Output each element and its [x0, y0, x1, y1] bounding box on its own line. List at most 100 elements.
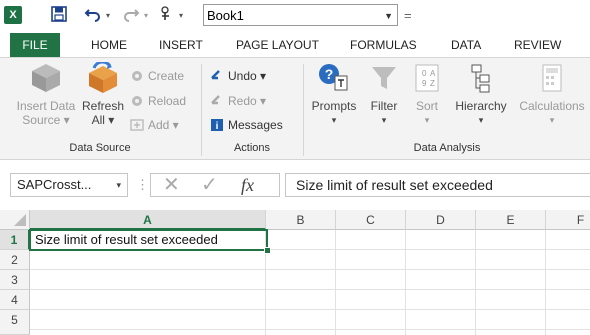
redo-button[interactable]: Redo ▾	[210, 93, 266, 109]
refresh-all-icon	[89, 60, 117, 93]
save-icon[interactable]	[48, 6, 70, 26]
filter-dropdown-icon: ▾	[381, 115, 387, 125]
sort-button[interactable]: 09AZ Sort ▾	[408, 62, 446, 127]
ribbon-tabs: FILE HOME INSERT PAGE LAYOUT FORMULAS DA…	[0, 33, 590, 57]
excel-logo-icon[interactable]: X	[4, 6, 22, 24]
calculations-icon	[542, 64, 562, 92]
tab-file[interactable]: FILE	[10, 33, 60, 57]
redo-icon[interactable]	[120, 6, 142, 26]
redo-dropdown-icon[interactable]: ▾	[141, 6, 151, 26]
column-header-e[interactable]: E	[476, 210, 546, 230]
chevron-down-icon: ▾	[116, 180, 121, 190]
undo-button[interactable]: Undo ▾	[210, 68, 266, 84]
column-header-d[interactable]: D	[406, 210, 476, 230]
tab-data[interactable]: DATA	[451, 33, 481, 57]
column-header-b[interactable]: B	[266, 210, 336, 230]
column-header-c[interactable]: C	[336, 210, 406, 230]
worksheet-grid[interactable]: A B C D E F 1 2 3 4 5 Size limit of resu…	[0, 210, 590, 335]
ribbon: Insert Data Source ▾ Refresh All ▾ Creat…	[0, 57, 590, 160]
cancel-icon[interactable]: ✕	[163, 174, 180, 196]
row-header-1[interactable]: 1	[0, 230, 30, 250]
formula-bar: SAPCrosst... ▾ ⋮ ✕ ✓ fx Size limit of re…	[0, 160, 590, 210]
insert-data-source-icon	[32, 64, 60, 92]
undo-icon[interactable]	[82, 6, 104, 26]
add-icon	[130, 118, 144, 132]
sort-dropdown-icon: ▾	[424, 115, 430, 125]
insert-data-source-button[interactable]: Insert Data Source ▾	[14, 62, 78, 127]
create-icon	[130, 69, 144, 83]
formula-bar-resize-handle[interactable]: ⋮	[136, 177, 149, 193]
refresh-all-button[interactable]: Refresh All ▾	[80, 60, 126, 127]
filter-button[interactable]: Filter ▾	[364, 62, 404, 127]
svg-text:9: 9	[422, 79, 427, 88]
row-header-2[interactable]: 2	[0, 250, 30, 270]
messages-button[interactable]: i Messages	[210, 117, 283, 133]
insert-data-label-2: Source ▾	[22, 113, 70, 127]
name-box[interactable]: SAPCrosst... ▾	[10, 173, 128, 197]
name-box-value: SAPCrosst...	[17, 177, 92, 192]
tab-review[interactable]: REVIEW	[514, 33, 561, 57]
tab-insert[interactable]: INSERT	[159, 33, 203, 57]
undo-icon	[210, 69, 224, 83]
column-header-f[interactable]: F	[546, 210, 590, 230]
svg-text:0: 0	[422, 69, 427, 78]
touch-dropdown-icon[interactable]: ▾	[176, 6, 186, 26]
refresh-label-2: All ▾	[91, 113, 115, 127]
filter-icon	[372, 67, 396, 89]
quick-access-toolbar: X ▾ ▾ ▾ Book1 ▼ =	[0, 0, 590, 33]
create-button[interactable]: Create	[130, 68, 184, 84]
data-source-group: Insert Data Source ▾ Refresh All ▾ Creat…	[0, 58, 200, 158]
cell-a1-value: Size limit of result set exceeded	[35, 232, 218, 247]
svg-text:i: i	[216, 121, 219, 132]
insert-data-label-1: Insert Data	[16, 99, 76, 113]
hierarchy-button[interactable]: Hierarchy ▾	[450, 62, 512, 127]
customize-qat-icon[interactable]: =	[404, 8, 412, 23]
sort-label: Sort	[415, 99, 438, 113]
create-label: Create	[148, 69, 185, 83]
add-button[interactable]: Add ▾	[130, 117, 179, 133]
select-all-corner[interactable]	[0, 210, 30, 230]
workbook-name-box[interactable]: Book1 ▼	[203, 4, 398, 26]
redo-label: Redo ▾	[228, 94, 267, 108]
calculations-label: Calculations	[519, 99, 585, 113]
undo-dropdown-icon[interactable]: ▾	[103, 6, 113, 26]
sort-icon: 09AZ	[415, 64, 439, 92]
tab-page-layout[interactable]: PAGE LAYOUT	[236, 33, 319, 57]
hierarchy-label: Hierarchy	[455, 99, 507, 113]
insert-function-icon[interactable]: fx	[241, 174, 254, 196]
undo-label: Undo ▾	[228, 69, 267, 83]
messages-icon: i	[210, 118, 224, 132]
column-header-a[interactable]: A	[30, 210, 266, 230]
cell-a1[interactable]: Size limit of result set exceeded	[29, 229, 268, 251]
chevron-down-icon: ▼	[384, 11, 393, 21]
formula-buttons: ✕ ✓ fx	[150, 173, 280, 197]
reload-icon	[130, 94, 144, 108]
actions-group: Undo ▾ Redo ▾ i Messages Actions	[202, 58, 302, 158]
tab-formulas[interactable]: FORMULAS	[350, 33, 417, 57]
row-header-4[interactable]: 4	[0, 290, 30, 310]
hierarchy-icon	[471, 64, 490, 93]
enter-icon[interactable]: ✓	[201, 174, 218, 196]
formula-input[interactable]: Size limit of result set exceeded	[285, 173, 590, 197]
filter-label: Filter	[370, 99, 398, 113]
calculations-button[interactable]: Calculations ▾	[514, 62, 590, 127]
data-analysis-group-label: Data Analysis	[413, 142, 481, 154]
prompts-dropdown-icon: ▾	[331, 115, 337, 125]
workbook-name: Book1	[207, 8, 244, 23]
data-analysis-group: ? Prompts ▾ Filter ▾ 09AZ Sort ▾ Hierarc…	[304, 58, 590, 158]
prompts-button[interactable]: ? Prompts ▾	[306, 62, 362, 127]
touch-mode-icon[interactable]	[156, 6, 176, 26]
actions-group-label: Actions	[233, 142, 271, 154]
refresh-label-1: Refresh	[81, 99, 125, 113]
data-source-group-label: Data Source	[69, 142, 131, 154]
row-header-5[interactable]: 5	[0, 310, 30, 335]
redo-icon	[210, 94, 224, 108]
reload-button[interactable]: Reload	[130, 93, 186, 109]
fill-handle[interactable]	[264, 247, 271, 254]
svg-text:Z: Z	[430, 79, 435, 88]
svg-text:?: ?	[325, 66, 334, 82]
tab-home[interactable]: HOME	[91, 33, 127, 57]
row-header-3[interactable]: 3	[0, 270, 30, 290]
svg-text:A: A	[430, 69, 436, 78]
calculations-dropdown-icon: ▾	[549, 115, 555, 125]
